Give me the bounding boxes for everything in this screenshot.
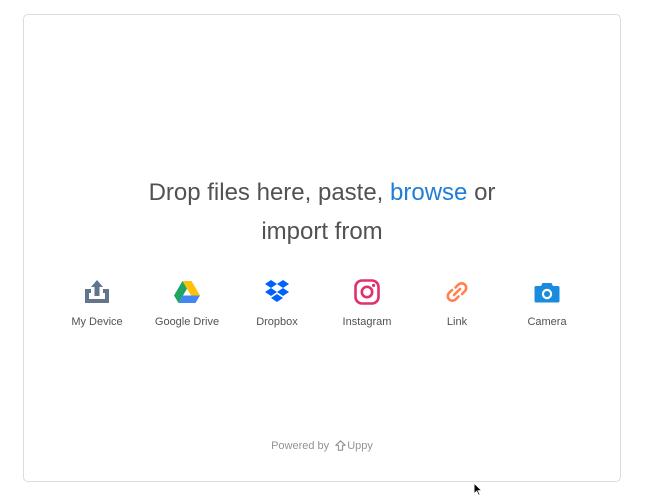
source-label: Link: [446, 316, 468, 328]
source-label: Google Drive: [154, 316, 220, 328]
uppy-brand-link[interactable]: Uppy: [347, 440, 373, 452]
dropbox-icon: [261, 276, 293, 308]
source-dropbox[interactable]: Dropbox: [232, 276, 322, 328]
uppy-dashboard[interactable]: Drop files here, paste, browse or import…: [23, 14, 621, 482]
uppy-logo-icon: [335, 440, 346, 454]
instagram-icon: [351, 276, 383, 308]
source-list: My Device Google Drive Dropbox Instagram…: [52, 276, 592, 328]
browse-link[interactable]: browse: [390, 179, 467, 206]
source-label: Dropbox: [256, 316, 298, 328]
drop-zone-title: Drop files here, paste, browse or import…: [24, 173, 620, 251]
source-label: Instagram: [342, 316, 392, 328]
link-icon: [441, 276, 473, 308]
powered-by-label: Powered by: [271, 440, 330, 452]
source-label: Camera: [527, 316, 567, 328]
source-instagram[interactable]: Instagram: [322, 276, 412, 328]
powered-by: Powered by Uppy: [24, 440, 620, 454]
title-prefix: Drop files here, paste,: [148, 179, 384, 206]
source-link[interactable]: Link: [412, 276, 502, 328]
source-label: My Device: [71, 316, 123, 328]
source-camera[interactable]: Camera: [502, 276, 592, 328]
mouse-cursor-icon: [473, 481, 484, 501]
my-device-icon: [81, 276, 113, 308]
source-my-device[interactable]: My Device: [52, 276, 142, 328]
camera-icon: [531, 276, 563, 308]
source-google-drive[interactable]: Google Drive: [142, 276, 232, 328]
google-drive-icon: [171, 276, 203, 308]
